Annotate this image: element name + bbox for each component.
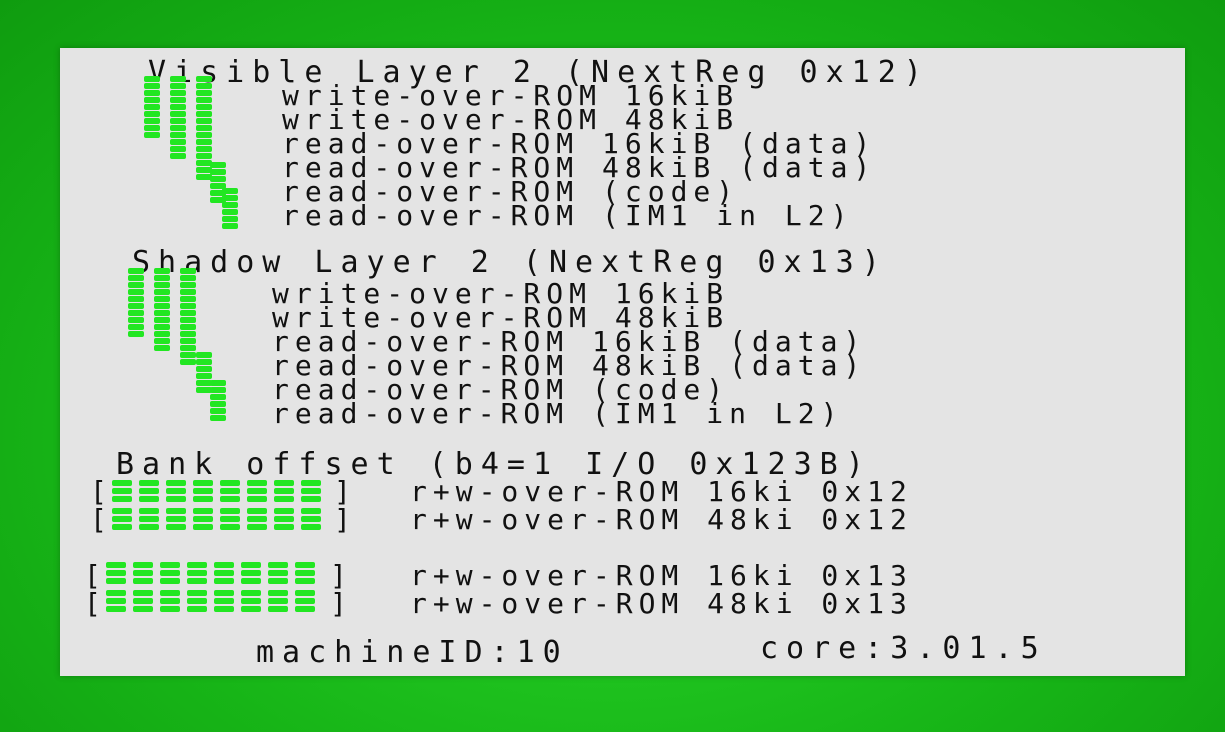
core-version: core:3.01.5: [760, 631, 1047, 666]
bank-bits[interactable]: [106, 588, 326, 618]
bracket-open: [: [84, 559, 101, 592]
bracket-close: ]: [334, 475, 351, 508]
shadow-option[interactable]: read-over-ROM (IM1 in L2): [272, 400, 843, 428]
bracket-open: [: [90, 475, 107, 508]
bank-bits[interactable]: [112, 506, 332, 534]
indicator-column: [144, 76, 160, 139]
indicator-column: [154, 268, 170, 352]
visible-option[interactable]: read-over-ROM (IM1 in L2): [282, 202, 853, 230]
bracket-close: ]: [330, 559, 347, 592]
bank-bits[interactable]: [106, 560, 326, 590]
bracket-open: [: [84, 587, 101, 620]
shadow-layer-title: Shadow Layer 2 (NextReg 0x13): [132, 245, 888, 280]
indicator-column: [180, 268, 196, 366]
bank-bits[interactable]: [112, 478, 332, 506]
indicator-column: [210, 380, 226, 422]
bank-row-label: r+w-over-ROM 48ki 0x12: [410, 503, 913, 536]
bank-row-label: r+w-over-ROM 16ki 0x13: [410, 559, 913, 592]
indicator-column: [128, 268, 144, 338]
bracket-open: [: [90, 503, 107, 536]
indicator-column: [222, 188, 238, 230]
test-screen: Visible Layer 2 (NextReg 0x12) write-ove…: [60, 48, 1185, 676]
indicator-column: [170, 76, 186, 160]
bracket-close: ]: [334, 503, 351, 536]
machine-id: machineID:10: [256, 635, 569, 670]
bracket-close: ]: [330, 587, 347, 620]
bank-row-label: r+w-over-ROM 16ki 0x12: [410, 475, 913, 508]
bank-row-label: r+w-over-ROM 48ki 0x13: [410, 587, 913, 620]
